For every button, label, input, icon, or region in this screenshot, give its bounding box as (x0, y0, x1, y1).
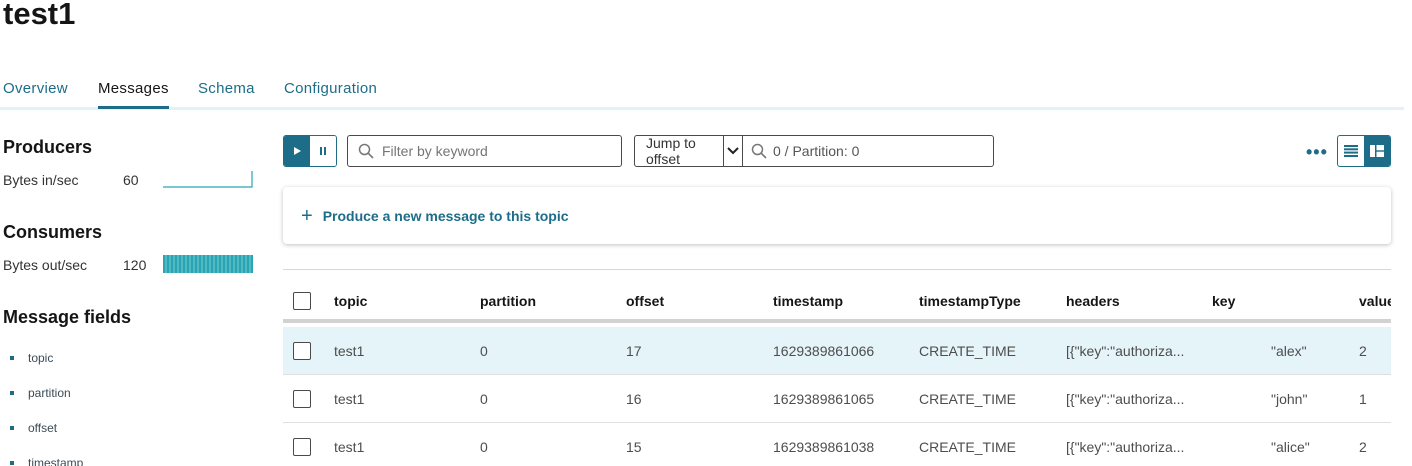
message-fields-list: topic partition offset timestamp (10, 340, 83, 466)
row-checkbox[interactable] (293, 390, 311, 408)
produce-message-button[interactable]: + Produce a new message to this topic (283, 187, 1391, 244)
cell-partition: 0 (480, 438, 488, 455)
more-icon[interactable]: ••• (1306, 142, 1328, 163)
cell-headers: [{"key":"authoriza... (1066, 438, 1185, 455)
field-item-offset[interactable]: offset (10, 410, 83, 445)
cell-headers: [{"key":"authoriza... (1066, 390, 1185, 407)
cell-timestamp: 1629389861066 (773, 342, 875, 359)
cell-timestamp: 1629389861038 (773, 438, 875, 455)
cell-timestamptype: CREATE_TIME (919, 342, 1016, 359)
split-view-button[interactable] (1364, 136, 1390, 166)
bullet-icon (10, 390, 14, 395)
cell-timestamp: 1629389861065 (773, 390, 875, 407)
cell-key: "alex" (1271, 342, 1307, 359)
cell-topic: test1 (334, 438, 365, 455)
bytes-in-label: Bytes in/sec (3, 172, 79, 188)
table-row[interactable]: test1 0 17 1629389861066 CREATE_TIME [{"… (283, 327, 1391, 375)
message-fields-heading: Message fields (3, 307, 132, 327)
row-checkbox[interactable] (293, 342, 311, 360)
column-header-timestamptype[interactable]: timestampType (919, 276, 1021, 325)
jump-select-toggle[interactable] (724, 136, 743, 166)
bytes-out-sparkline (163, 255, 253, 273)
cell-value: 1 (1359, 390, 1367, 407)
tab-messages[interactable]: Messages (98, 80, 169, 97)
cell-offset: 17 (626, 342, 642, 359)
column-header-value[interactable]: value (1359, 276, 1391, 325)
bullet-icon (10, 460, 14, 465)
tab-configuration[interactable]: Configuration (284, 80, 377, 97)
cell-partition: 0 (480, 390, 488, 407)
plus-icon: + (301, 204, 313, 227)
offset-field[interactable] (743, 143, 993, 159)
list-view-icon (1344, 145, 1358, 157)
cell-offset: 15 (626, 438, 642, 455)
cell-timestamptype: CREATE_TIME (919, 438, 1016, 455)
column-header-partition[interactable]: partition (480, 276, 536, 325)
cell-topic: test1 (334, 342, 365, 359)
field-item-topic[interactable]: topic (10, 340, 83, 375)
search-icon (751, 143, 767, 159)
bytes-in-sparkline (163, 171, 253, 188)
messages-table: topic partition offset timestamp timesta… (283, 269, 1391, 466)
pause-button[interactable] (310, 136, 336, 166)
column-header-topic[interactable]: topic (334, 276, 367, 325)
cell-timestamptype: CREATE_TIME (919, 390, 1016, 407)
play-button[interactable] (284, 136, 310, 166)
cell-value: 2 (1359, 438, 1367, 455)
consumers-heading: Consumers (3, 222, 103, 242)
active-tab-indicator (98, 106, 169, 109)
pause-icon (320, 147, 326, 155)
column-header-headers[interactable]: headers (1066, 276, 1120, 325)
producers-heading: Producers (3, 137, 93, 157)
field-item-timestamp[interactable]: timestamp (10, 445, 83, 466)
bytes-in-value: 60 (123, 172, 139, 188)
chevron-down-icon (727, 147, 739, 155)
playback-controls (283, 135, 337, 167)
view-toggle (1337, 135, 1391, 167)
column-header-offset[interactable]: offset (626, 276, 664, 325)
filter-input[interactable] (382, 143, 602, 159)
select-all-checkbox[interactable] (293, 292, 311, 310)
filter-field[interactable] (347, 135, 622, 167)
bytes-out-label: Bytes out/sec (3, 257, 88, 273)
tab-overview[interactable]: Overview (3, 80, 68, 97)
search-icon (358, 143, 374, 159)
cell-value: 2 (1359, 342, 1367, 359)
jump-to-offset-group: Jump to offset (634, 135, 994, 167)
cell-key: "john" (1271, 390, 1308, 407)
page-title: test1 (3, 0, 76, 31)
tab-schema[interactable]: Schema (198, 80, 255, 97)
column-header-timestamp[interactable]: timestamp (773, 276, 843, 325)
cell-topic: test1 (334, 390, 365, 407)
play-icon (294, 147, 301, 155)
column-header-key[interactable]: key (1212, 276, 1235, 325)
cell-offset: 16 (626, 390, 642, 407)
list-view-button[interactable] (1338, 136, 1364, 166)
row-checkbox[interactable] (293, 438, 311, 456)
cell-partition: 0 (480, 342, 488, 359)
tab-bar: Overview Messages Schema Configuration (0, 70, 1404, 110)
table-header: topic partition offset timestamp timesta… (283, 270, 1391, 323)
bytes-out-value: 120 (123, 257, 147, 273)
table-row[interactable]: test1 0 15 1629389861038 CREATE_TIME [{"… (283, 423, 1391, 466)
cell-headers: [{"key":"authoriza... (1066, 342, 1185, 359)
produce-message-label: Produce a new message to this topic (322, 207, 569, 224)
cell-key: "alice" (1271, 438, 1310, 455)
offset-input[interactable] (773, 143, 993, 159)
bullet-icon (10, 355, 14, 360)
field-item-partition[interactable]: partition (10, 375, 83, 410)
bullet-icon (10, 425, 14, 430)
table-row[interactable]: test1 0 16 1629389861065 CREATE_TIME [{"… (283, 375, 1391, 423)
jump-select[interactable]: Jump to offset (635, 135, 725, 167)
split-view-icon (1370, 145, 1384, 157)
